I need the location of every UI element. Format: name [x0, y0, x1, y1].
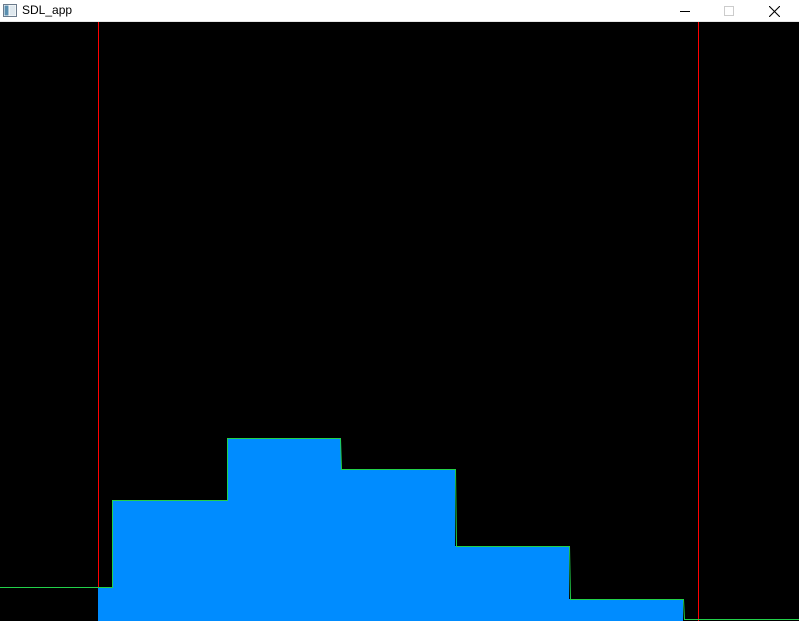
render-canvas[interactable]: [0, 22, 799, 621]
maximize-button[interactable]: [706, 0, 752, 22]
step-fill: [98, 438, 683, 621]
minimize-icon: [680, 6, 690, 16]
app-icon: [3, 4, 17, 17]
sdl-window: SDL_app: [0, 0, 799, 621]
close-icon: [768, 5, 780, 17]
histogram-svg: [0, 22, 799, 621]
close-button[interactable]: [751, 0, 797, 22]
maximize-icon: [724, 6, 734, 16]
window-title: SDL_app: [22, 3, 73, 17]
title-bar[interactable]: SDL_app: [0, 0, 799, 22]
minimize-button[interactable]: [662, 0, 708, 22]
